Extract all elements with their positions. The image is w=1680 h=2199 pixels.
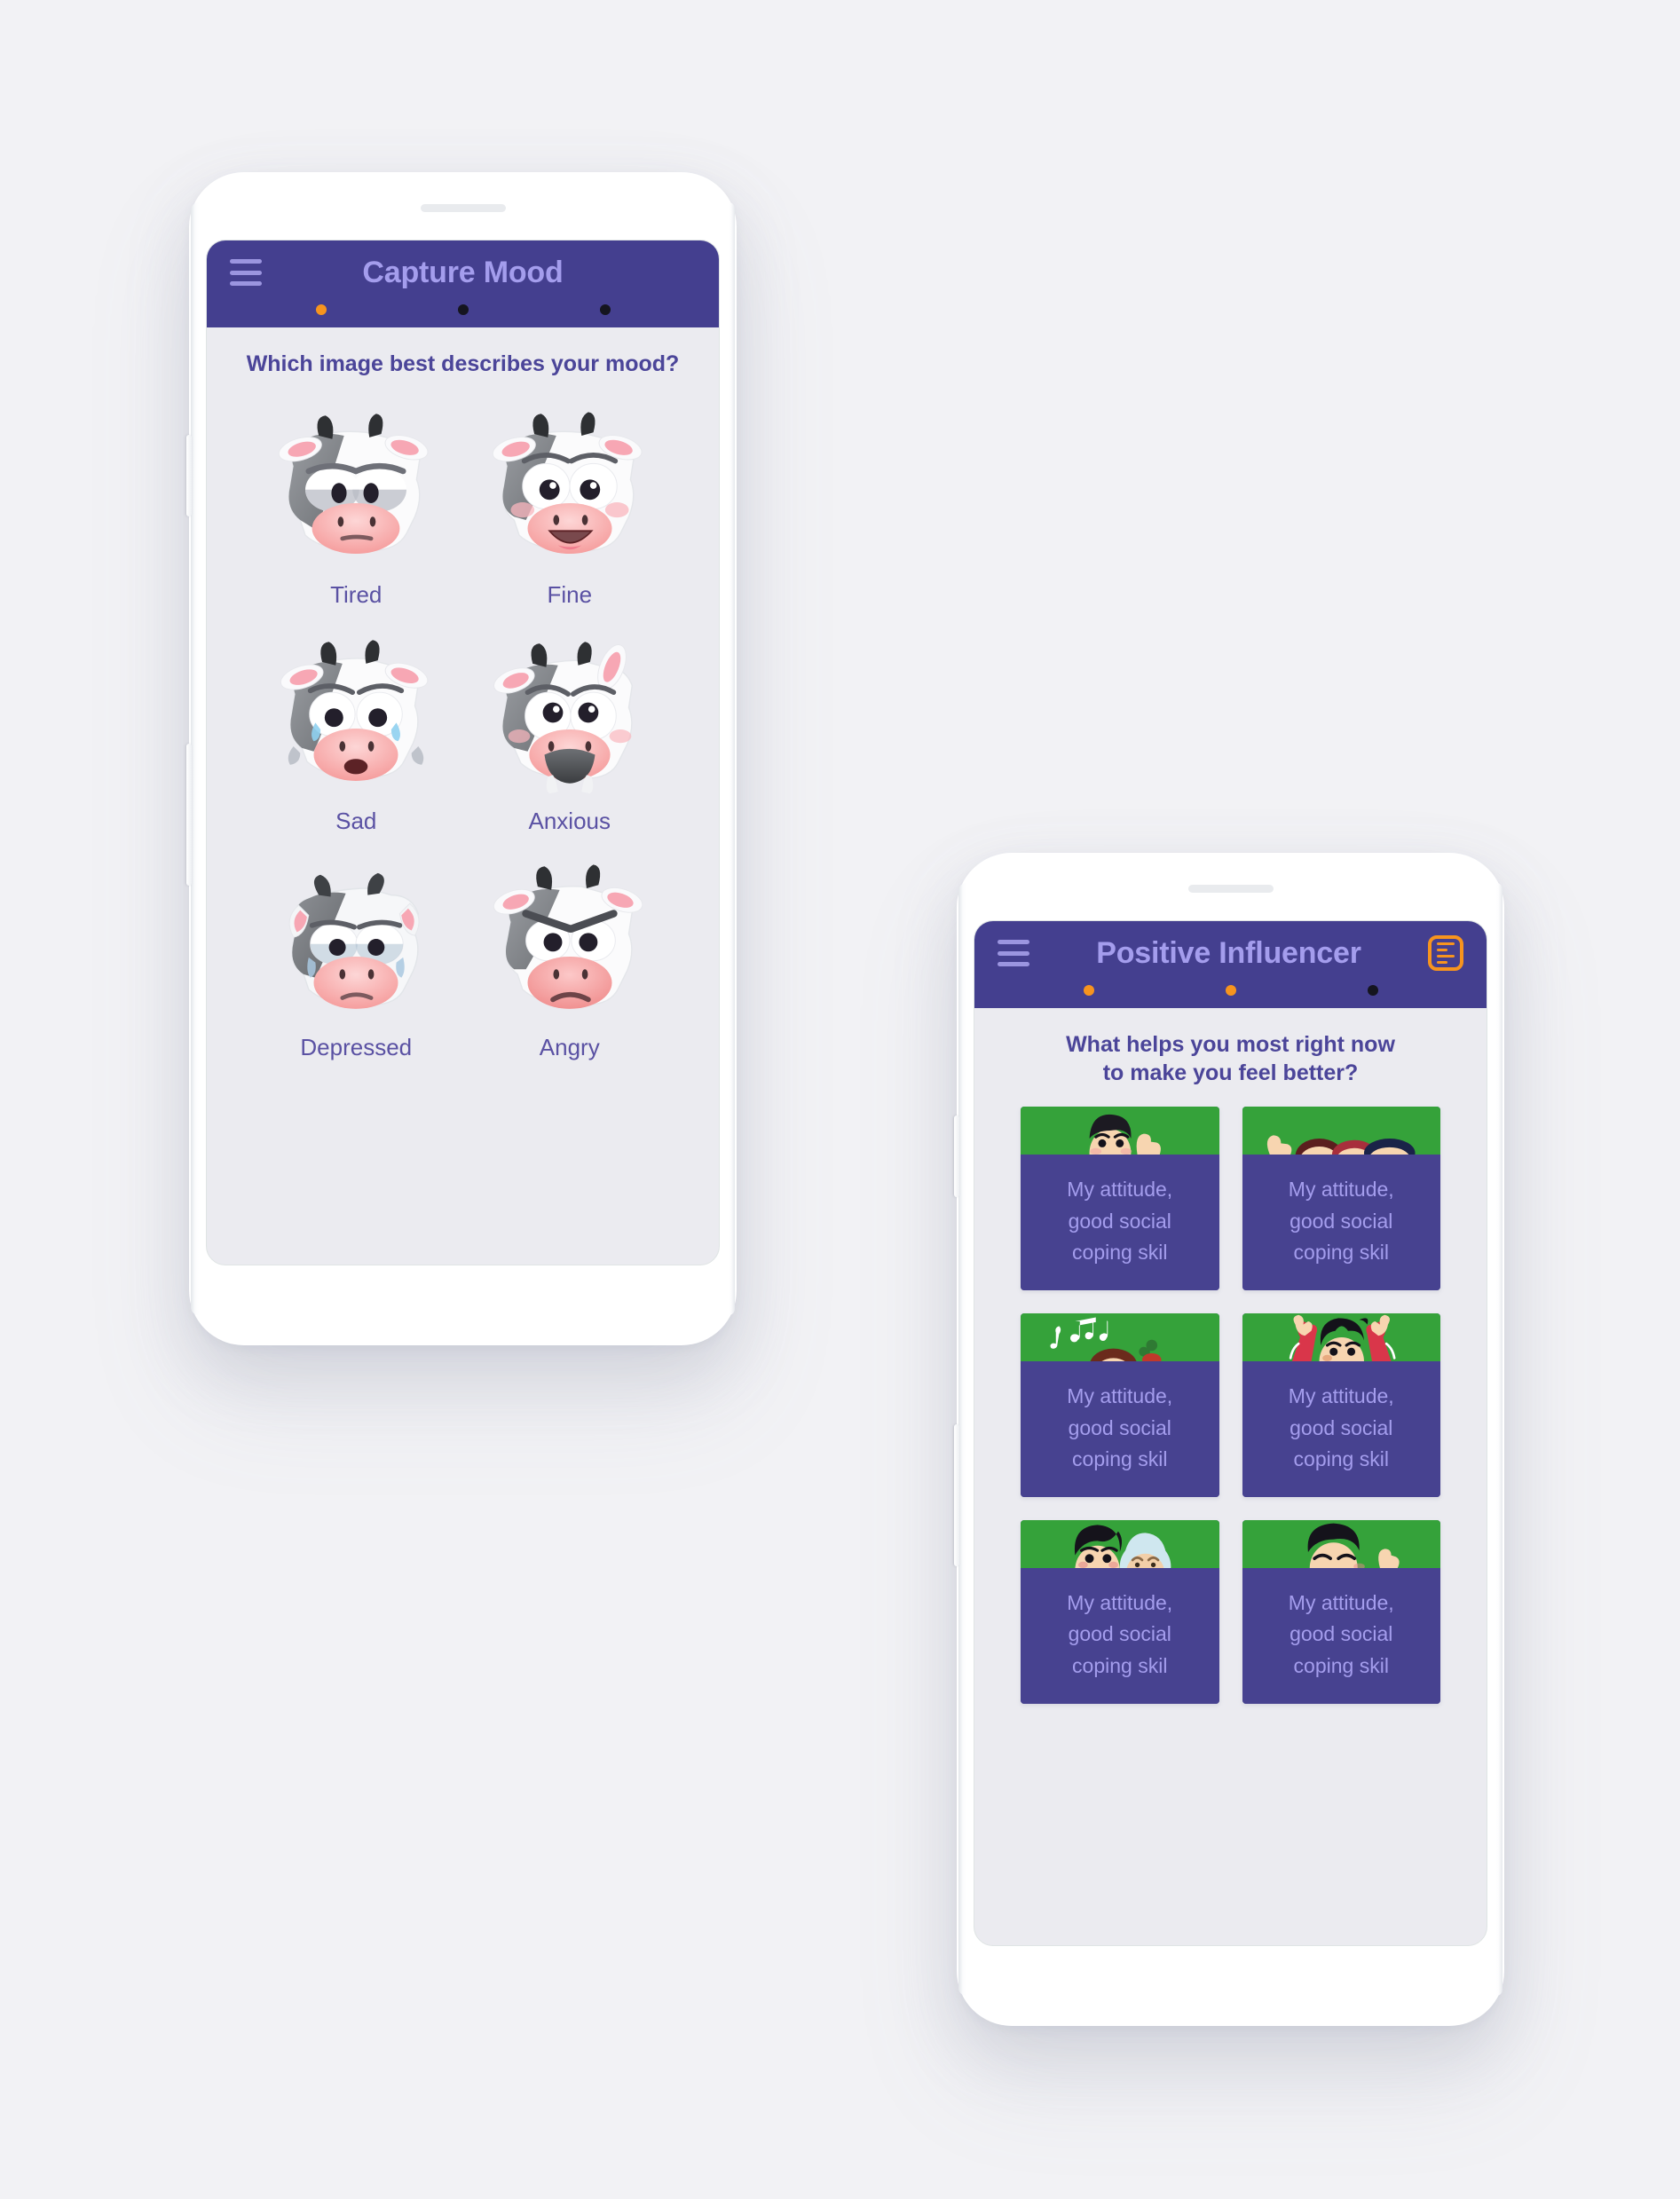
mood-label: Fine (547, 580, 593, 608)
card-line-1: My attitude, (1288, 1178, 1394, 1201)
hamburger-menu-icon[interactable] (998, 940, 1029, 966)
smartphone-mockup-right: Positive Influencer What helps you most … (954, 853, 1504, 2026)
card-text: My attitude, good social coping skil (1021, 1155, 1219, 1290)
step-dot-2[interactable] (1225, 985, 1236, 996)
page-title: Positive Influencer (1096, 935, 1361, 970)
music-and-nature-icon (1050, 1317, 1162, 1361)
influencer-card[interactable]: My attitude, good social coping skil (1242, 1312, 1440, 1497)
music-note-group (1050, 1317, 1108, 1349)
mood-option-sad[interactable]: Sad (249, 628, 463, 835)
card-line-3: coping skil (1293, 1447, 1389, 1471)
card-line-1: My attitude, (1067, 1178, 1173, 1201)
step-dot-3[interactable] (599, 304, 611, 315)
power-button[interactable] (954, 1424, 959, 1566)
influencer-card[interactable]: My attitude, good social coping skil (1021, 1312, 1219, 1497)
card-illustration (1242, 1312, 1440, 1361)
person-cheering-icon (1289, 1314, 1395, 1361)
list-form-icon[interactable] (1428, 935, 1463, 971)
step-dot-1[interactable] (315, 304, 327, 315)
card-line-1: My attitude, (1067, 1383, 1173, 1407)
card-line-1: My attitude, (1067, 1590, 1173, 1614)
influencer-card[interactable]: My attitude, good social coping skil (1242, 1107, 1440, 1290)
card-line-3: coping skil (1072, 1654, 1168, 1678)
mood-option-fine[interactable]: Fine (463, 402, 677, 609)
hamburger-menu-icon[interactable] (230, 259, 262, 286)
mood-label: Depressed (300, 1033, 413, 1060)
step-dot-2[interactable] (457, 304, 469, 315)
mood-option-angry[interactable]: Angry (463, 855, 677, 1061)
card-line-1: My attitude, (1288, 1383, 1394, 1407)
happy-person-waving-icon (1307, 1523, 1400, 1568)
card-illustration (1021, 1519, 1219, 1568)
influencer-card[interactable]: My attitude, good social coping skil (1242, 1519, 1440, 1704)
card-line-3: coping skil (1293, 1241, 1389, 1265)
card-line-2: good social (1290, 1209, 1393, 1233)
mood-option-tired[interactable]: Tired (249, 402, 463, 609)
card-text: My attitude, good social coping skil (1021, 1360, 1219, 1497)
step-indicator (974, 985, 1487, 1008)
step-dot-3[interactable] (1367, 985, 1378, 996)
cow-face-depressed-icon (288, 872, 420, 1009)
mood-option-depressed[interactable]: Depressed (249, 855, 463, 1061)
cow-face-sad-icon (280, 639, 429, 781)
question-line-1: What helps you most right now (1066, 1032, 1395, 1057)
app-bar-capture-mood: Capture Mood (207, 240, 719, 327)
influencer-card[interactable]: My attitude, good social coping skil (1021, 1107, 1219, 1290)
earpiece-speaker (1187, 885, 1274, 893)
card-line-3: coping skil (1072, 1447, 1168, 1471)
card-line-3: coping skil (1293, 1654, 1389, 1678)
influencer-card[interactable]: My attitude, good social coping skil (1021, 1519, 1219, 1704)
screen-content: Which image best describes your mood? Ti… (207, 327, 719, 1061)
mood-option-anxious[interactable]: Anxious (463, 628, 677, 835)
smartphone-mockup-left: Capture Mood Which image best describes … (186, 172, 737, 1345)
card-line-2: good social (1068, 1622, 1171, 1646)
card-illustration (1021, 1312, 1219, 1361)
mood-label: Anxious (528, 807, 611, 834)
app-bar-positive-influencer: Positive Influencer (974, 921, 1487, 1008)
question-text: What helps you most right now to make yo… (990, 1008, 1471, 1094)
phone-screen-positive-influencer: Positive Influencer What helps you most … (974, 920, 1487, 1946)
volume-button[interactable] (954, 1115, 959, 1197)
card-text: My attitude, good social coping skil (1242, 1360, 1440, 1497)
card-illustration (1242, 1519, 1440, 1568)
mood-label: Tired (330, 580, 383, 608)
card-line-2: good social (1290, 1622, 1393, 1646)
young-and-elder-icon (1074, 1525, 1171, 1568)
person-thumbs-up-icon (1089, 1114, 1161, 1155)
card-line-2: good social (1068, 1415, 1171, 1439)
cow-face-angry-icon (493, 863, 643, 1009)
step-dot-1[interactable] (1083, 985, 1094, 996)
cow-face-anxious-icon (493, 641, 633, 793)
card-text: My attitude, good social coping skil (1021, 1567, 1219, 1704)
cow-face-tired-icon (279, 413, 429, 554)
card-illustration (1021, 1107, 1219, 1155)
card-illustration (1242, 1107, 1440, 1155)
influencer-cards-grid: My attitude, good social coping skil My … (990, 1094, 1471, 1704)
card-line-2: good social (1068, 1209, 1171, 1233)
volume-button[interactable] (186, 435, 192, 516)
step-indicator (207, 304, 719, 327)
card-text: My attitude, good social coping skil (1242, 1567, 1440, 1704)
earpiece-speaker (420, 204, 506, 212)
card-line-3: coping skil (1072, 1241, 1168, 1265)
mood-label: Angry (539, 1033, 600, 1060)
power-button[interactable] (186, 744, 192, 886)
page-title: Capture Mood (362, 255, 564, 289)
card-line-1: My attitude, (1288, 1590, 1394, 1614)
card-line-2: good social (1290, 1415, 1393, 1439)
cow-face-fine-icon (492, 411, 643, 554)
group-of-friends-icon (1266, 1135, 1416, 1155)
card-text: My attitude, good social coping skil (1242, 1155, 1440, 1290)
question-line-2: to make you feel better? (1102, 1060, 1359, 1085)
question-text: Which image best describes your mood? (246, 351, 680, 376)
mood-label: Sad (335, 807, 377, 834)
screen-content: What helps you most right now to make yo… (974, 1008, 1487, 1704)
phone-screen-capture-mood: Capture Mood Which image best describes … (206, 240, 720, 1265)
mood-options-grid: Tired Fine Sad Anxious Depressed Angry (223, 386, 703, 1061)
